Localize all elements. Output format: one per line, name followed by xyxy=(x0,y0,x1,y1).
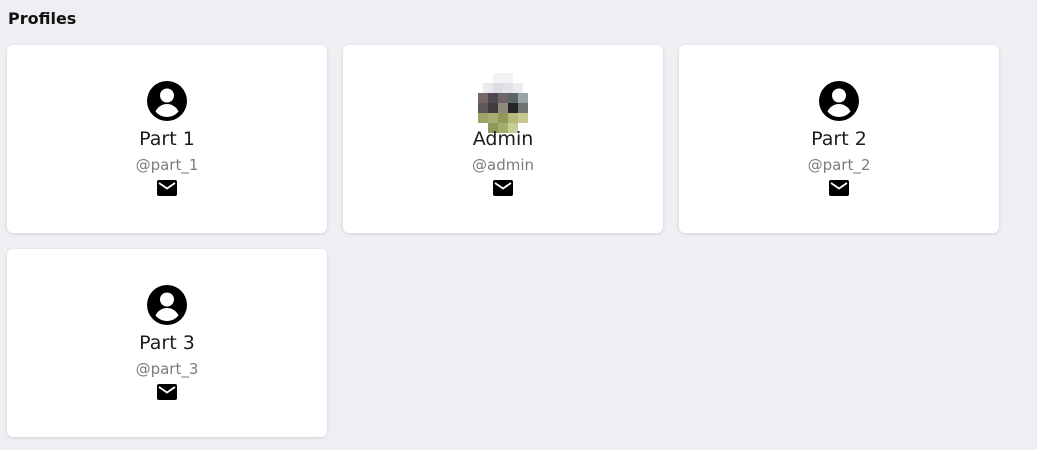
profile-card[interactable]: Part 2 @part_2 xyxy=(679,45,999,233)
email-icon[interactable] xyxy=(492,179,514,197)
profile-card[interactable]: Part 1 @part_1 xyxy=(7,45,327,233)
email-icon[interactable] xyxy=(828,179,850,197)
profile-name: Part 3 xyxy=(139,332,195,354)
email-icon[interactable] xyxy=(156,383,178,401)
profile-card[interactable]: Admin @admin xyxy=(343,45,663,233)
page-title: Profiles xyxy=(8,9,77,28)
profile-card[interactable]: Part 3 @part_3 xyxy=(7,249,327,437)
account-circle-icon xyxy=(818,80,860,122)
profile-grid: Part 1 @part_1 Admin @admin Part 2 @part… xyxy=(7,45,999,437)
profiles-page: Profiles Part 1 @part_1 Admin @admin Par… xyxy=(0,0,1037,450)
profile-handle: @part_3 xyxy=(135,360,199,378)
profile-name: Part 2 xyxy=(811,128,867,150)
email-icon[interactable] xyxy=(156,179,178,197)
profile-handle: @part_1 xyxy=(135,156,199,174)
profile-name: Part 1 xyxy=(139,128,195,150)
profile-photo xyxy=(473,73,533,133)
profile-handle: @admin xyxy=(472,156,534,174)
account-circle-icon xyxy=(146,80,188,122)
profile-name: Admin xyxy=(472,128,534,150)
account-circle-icon xyxy=(146,284,188,326)
profile-handle: @part_2 xyxy=(807,156,871,174)
